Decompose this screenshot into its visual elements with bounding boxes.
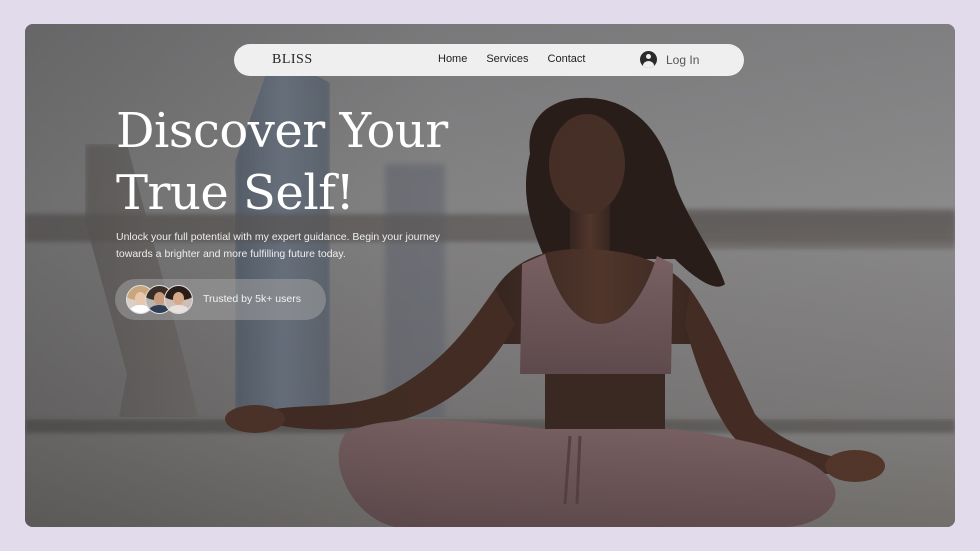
hero-subtitle: Unlock your full potential with my exper… xyxy=(116,231,440,260)
avatar xyxy=(164,285,193,314)
top-navbar: BLISS Home Services Contact Log In xyxy=(234,44,744,76)
user-avatars xyxy=(126,285,196,314)
nav-link-services[interactable]: Services xyxy=(486,53,528,65)
nav-link-home[interactable]: Home xyxy=(438,53,467,65)
trust-text: Trusted by 5k+ users xyxy=(203,293,301,305)
login-label: Log In xyxy=(666,52,700,67)
brand-logo[interactable]: BLISS xyxy=(272,52,313,68)
user-circle-icon xyxy=(640,51,657,68)
trust-badge: Trusted by 5k+ users xyxy=(115,279,326,320)
nav-link-contact[interactable]: Contact xyxy=(548,53,586,65)
nav-links: Home Services Contact xyxy=(438,53,585,65)
login-button[interactable]: Log In xyxy=(640,51,699,68)
hero-title: Discover Your True Self! xyxy=(116,103,448,221)
hero-section: BLISS Home Services Contact Log In Disco… xyxy=(25,24,955,527)
